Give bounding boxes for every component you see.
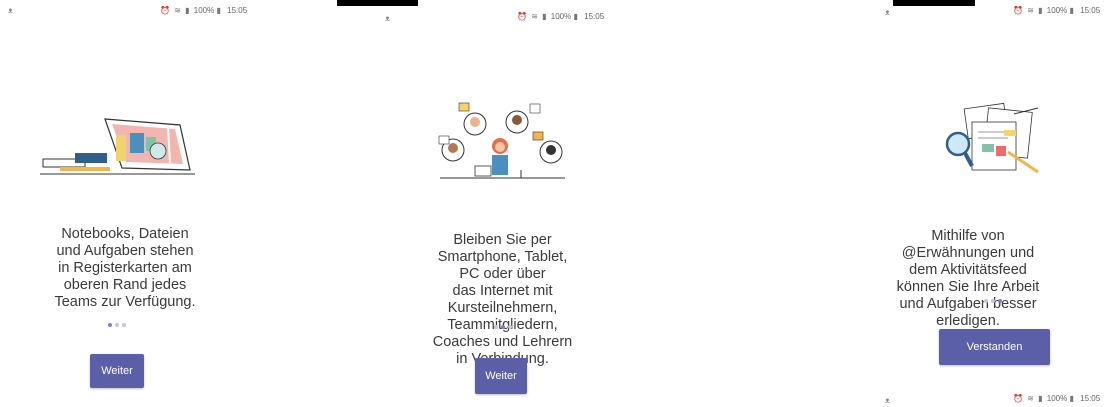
people-network-illustration-icon: [438, 102, 565, 179]
understood-button[interactable]: Verstanden: [939, 329, 1050, 365]
next-button[interactable]: Weiter: [475, 358, 527, 394]
battery-icon: ▮: [1069, 394, 1074, 403]
page-dot[interactable]: [984, 299, 988, 303]
alarm-icon: ⏰: [1013, 6, 1023, 15]
wifi-icon: ≋: [531, 12, 538, 21]
status-bar: ⏰ ≋ ▮ 100% ▮ 15:05: [517, 12, 604, 21]
page-indicator: [984, 299, 1002, 303]
clock: 15:05: [227, 6, 248, 15]
battery-text: 100%: [550, 12, 572, 21]
signal-icon: ▮: [542, 12, 547, 21]
page-dot[interactable]: [501, 325, 505, 329]
wifi-icon: ≋: [1027, 6, 1034, 15]
alarm-icon: ⏰: [160, 6, 170, 15]
next-button[interactable]: Weiter: [90, 354, 144, 388]
wifi-icon: ≋: [174, 6, 181, 15]
notebook-illustration-icon: [40, 118, 195, 175]
battery-icon: ▮: [1069, 6, 1074, 15]
page-indicator: [494, 325, 512, 329]
signal-icon: ▮: [1038, 394, 1043, 403]
onboarding-text-1: Notebooks, Dateien und Aufgaben stehen i…: [54, 226, 196, 310]
page-dot[interactable]: [508, 325, 512, 329]
onboarding-screen-2: ᴥ ⏰ ≋ ▮ 100% ▮ 15:05 Bleiben Sie per Sma…: [330, 0, 675, 407]
clock: 15:05: [584, 12, 605, 21]
page-dot[interactable]: [115, 323, 119, 327]
signal-icon: ▮: [1038, 6, 1043, 15]
battery-text: 100%: [1046, 394, 1068, 403]
status-bar: ⏰ ≋ ▮ 100% ▮ 15:05: [1013, 6, 1100, 15]
documents-search-illustration-icon: [945, 102, 1039, 174]
alarm-icon: ⏰: [517, 12, 527, 21]
clock: 15:05: [1080, 394, 1101, 403]
battery-icon: ▮: [573, 12, 578, 21]
battery-icon: ▮: [216, 6, 221, 15]
battery-text: 100%: [193, 6, 215, 15]
page-dot[interactable]: [991, 299, 995, 303]
page-dot[interactable]: [494, 325, 498, 329]
notification-icon: ᴥ: [885, 396, 890, 405]
status-bar: ⏰ ≋ ▮ 100% ▮ 15:05: [160, 6, 247, 15]
signal-icon: ▮: [185, 6, 190, 15]
page-dot[interactable]: [122, 323, 126, 327]
page-dot[interactable]: [998, 299, 1002, 303]
battery-text: 100%: [1046, 6, 1068, 15]
notification-icon: ᴥ: [885, 8, 890, 17]
wifi-icon: ≋: [1027, 394, 1034, 403]
notification-icon: ᴥ: [385, 14, 390, 23]
clock: 15:05: [1080, 6, 1101, 15]
onboarding-screen-3: ᴥ ⏰ ≋ ▮ 100% ▮ 15:05 Mithilfe von @Erwäh…: [830, 0, 1106, 407]
status-bar-bottom: ⏰ ≋ ▮ 100% ▮ 15:05: [1013, 394, 1100, 403]
onboarding-text-2: Bleiben Sie per Smartphone, Tablet, PC o…: [432, 232, 573, 367]
page-indicator: [108, 323, 126, 327]
onboarding-text-3: Mithilfe von @Erwähnungen und dem Aktivi…: [896, 228, 1040, 329]
notification-icon: ᴥ: [8, 6, 13, 15]
alarm-icon: ⏰: [1013, 394, 1023, 403]
onboarding-screen-1: ᴥ ⏰ ≋ ▮ 100% ▮ 15:05 Notebooks, Dateien …: [0, 0, 330, 407]
page-dot[interactable]: [108, 323, 112, 327]
